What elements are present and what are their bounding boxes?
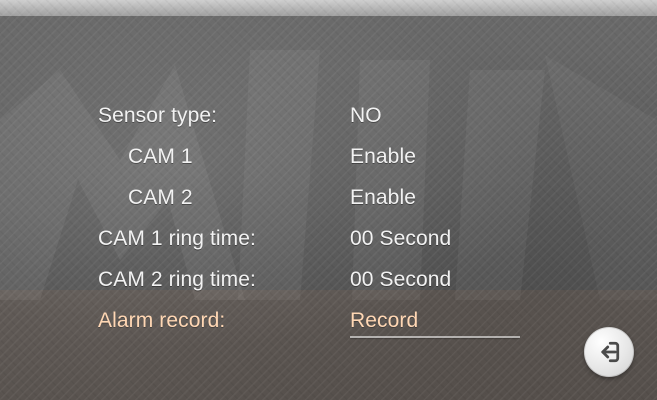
selection-underline — [350, 336, 520, 338]
menu-label-cam-1-ring-time: CAM 1 ring time: — [98, 227, 256, 250]
alarm-settings-menu: Sensor type: NO CAM 1 Enable CAM 2 Enabl… — [98, 96, 528, 351]
menu-label-alarm-record: Alarm record: — [98, 309, 226, 332]
menu-label-cam-1: CAM 1 — [128, 145, 193, 168]
menu-label-cam-2-ring-time: CAM 2 ring time: — [98, 268, 256, 291]
back-icon — [601, 341, 620, 363]
menu-value-sensor-type[interactable]: NO — [350, 104, 520, 128]
menu-row-cam-2[interactable]: CAM 2 Enable — [98, 178, 528, 218]
menu-row-cam-2-ring-time[interactable]: CAM 2 ring time: 00 Second — [98, 260, 528, 300]
menu-row-cam-1-ring-time[interactable]: CAM 1 ring time: 00 Second — [98, 219, 528, 259]
menu-label-sensor-type: Sensor type: — [98, 104, 218, 127]
menu-row-cam-1[interactable]: CAM 1 Enable — [98, 137, 528, 177]
alarm-settings-screen: Sensor type: NO CAM 1 Enable CAM 2 Enabl… — [0, 0, 657, 400]
menu-value-cam-1[interactable]: Enable — [350, 145, 520, 169]
back-button[interactable] — [584, 327, 634, 377]
menu-value-cam-1-ring-time[interactable]: 00 Second — [350, 227, 520, 251]
menu-row-alarm-record[interactable]: Alarm record: Record — [98, 301, 528, 341]
menu-label-cam-2: CAM 2 — [128, 186, 193, 209]
menu-value-cam-2[interactable]: Enable — [350, 186, 520, 210]
menu-value-cam-2-ring-time[interactable]: 00 Second — [350, 268, 520, 292]
menu-value-alarm-record[interactable]: Record — [350, 309, 520, 333]
menu-row-sensor-type[interactable]: Sensor type: NO — [98, 96, 528, 136]
top-bezel-strip — [0, 0, 657, 16]
